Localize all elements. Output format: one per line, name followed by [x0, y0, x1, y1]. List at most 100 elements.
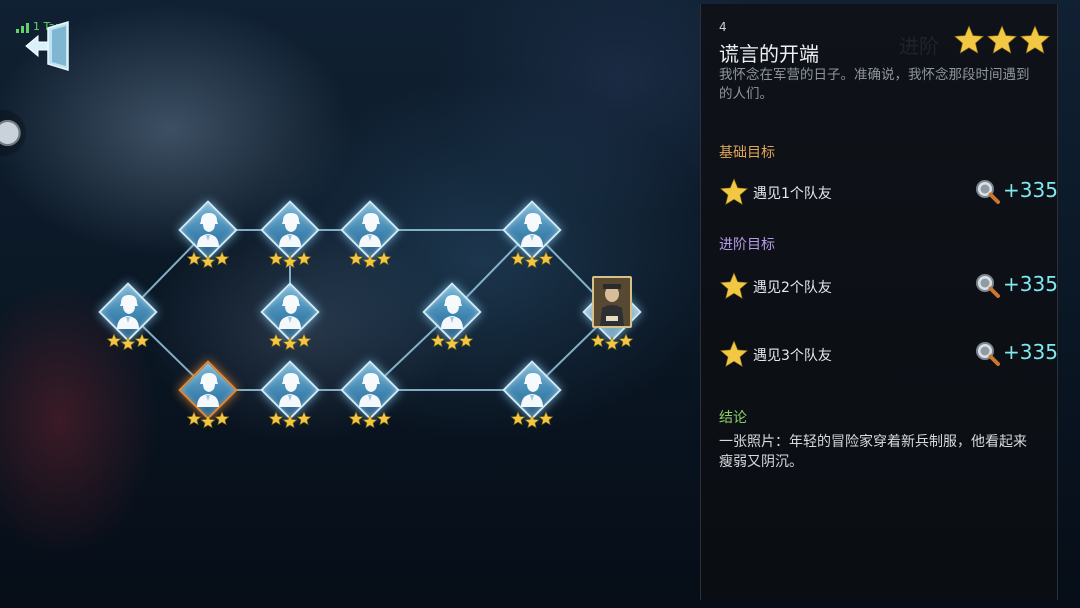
map-node-7[interactable] [258, 358, 322, 442]
map-node-5[interactable] [176, 358, 240, 442]
node-star-icon [268, 251, 284, 266]
chapter-title: 谎言的开端 [719, 42, 819, 66]
conclusion-text: 一张照片：年轻的冒险家穿着新兵制服，他看起来瘦弱又阴沉。 [719, 434, 1027, 470]
bust-silhouette-icon [359, 373, 381, 407]
node-stars [268, 411, 312, 429]
rating-star-icon [953, 25, 985, 54]
node-star-icon [510, 251, 526, 266]
node-star-icon [296, 251, 312, 266]
basic-goal-label: 基础目标 [719, 145, 775, 161]
bust-silhouette-icon [279, 295, 301, 329]
goal-text: 遇见2个队友 [753, 280, 832, 296]
map-node-6[interactable] [258, 280, 322, 364]
node-star-icon [214, 411, 230, 426]
chapter-ghost-text: 进阶 [899, 34, 939, 58]
node-stars [348, 251, 392, 269]
node-star-icon [444, 336, 460, 351]
star-icon [719, 272, 749, 299]
bust-silhouette-icon [117, 295, 139, 329]
node-star-icon [348, 251, 364, 266]
node-star-icon [362, 254, 378, 269]
map-node-4[interactable] [338, 198, 402, 282]
chapter-description: 我怀念在军营的日子。准确说，我怀念那段时间遇到的人们。 [719, 67, 1030, 102]
node-stars [590, 333, 634, 351]
bust-silhouette-icon [521, 373, 543, 407]
goal-star-icon [719, 340, 749, 367]
goal-star-icon [719, 272, 749, 299]
bust-silhouette-icon [359, 213, 381, 247]
node-star-icon [510, 411, 526, 426]
map-node-8[interactable] [338, 358, 402, 442]
node-stars [268, 333, 312, 351]
node-stars [186, 411, 230, 429]
node-star-icon [348, 411, 364, 426]
node-star-icon [200, 254, 216, 269]
goal-row-1[interactable]: 遇见1个队友 +335 [719, 176, 1058, 208]
node-star-icon [282, 254, 298, 269]
map-node-10[interactable] [500, 198, 564, 282]
goal-row-2[interactable]: 遇见2个队友 +335 [719, 270, 1058, 302]
magnifier-icon [976, 180, 1000, 204]
bust-silhouette-icon [441, 295, 463, 329]
bust-silhouette-icon [197, 213, 219, 247]
node-stars [106, 333, 150, 351]
node-star-icon [186, 411, 202, 426]
node-star-icon [214, 251, 230, 266]
node-star-icon [296, 411, 312, 426]
chapter-detail-panel: 4 谎言的开端 进阶 我怀念在军营的日子。准确说，我怀念那段时间遇到的人们。 基… [700, 4, 1058, 600]
node-star-icon [296, 333, 312, 348]
bust-silhouette-icon [197, 373, 219, 407]
rating-star-icon [986, 25, 1018, 54]
map-node-1[interactable] [96, 280, 160, 364]
bust-silhouette-icon [521, 213, 543, 247]
node-star-icon [604, 336, 620, 351]
map-node-2[interactable] [176, 198, 240, 282]
advanced-goal-label: 进阶目标 [719, 237, 775, 253]
node-stars [430, 333, 474, 351]
node-stars [510, 251, 554, 269]
star-icon [719, 178, 749, 205]
node-stars [510, 411, 554, 429]
node-star-icon [268, 333, 284, 348]
goal-star-icon [719, 178, 749, 205]
bust-silhouette-icon [279, 213, 301, 247]
goal-reward: +335 [1003, 178, 1058, 202]
goal-reward: +335 [1003, 340, 1058, 364]
star-icon [719, 340, 749, 367]
node-star-icon [282, 414, 298, 429]
node-star-icon [524, 414, 540, 429]
goal-reward: +335 [1003, 272, 1058, 296]
rating-star-icon [1019, 25, 1051, 54]
node-star-icon [590, 333, 606, 348]
node-star-icon [134, 333, 150, 348]
goal-text: 遇见3个队友 [753, 348, 832, 364]
node-star-icon [268, 411, 284, 426]
bust-silhouette-icon [279, 373, 301, 407]
goal-text: 遇见1个队友 [753, 186, 832, 202]
node-star-icon [458, 333, 474, 348]
conclusion-label: 结论 [719, 410, 747, 426]
map-node-11[interactable] [500, 358, 564, 442]
node-star-icon [200, 414, 216, 429]
node-star-icon [538, 251, 554, 266]
node-star-icon [362, 414, 378, 429]
node-star-icon [618, 333, 634, 348]
map-node-9[interactable] [420, 280, 484, 364]
node-stars [186, 251, 230, 269]
node-star-icon [524, 254, 540, 269]
character-portrait [592, 276, 632, 328]
node-star-icon [186, 251, 202, 266]
magnifier-icon [976, 274, 1000, 298]
node-star-icon [376, 251, 392, 266]
node-stars [348, 411, 392, 429]
node-stars [268, 251, 312, 269]
goal-row-3[interactable]: 遇见3个队友 +335 [719, 338, 1058, 370]
node-star-icon [376, 411, 392, 426]
node-star-icon [106, 333, 122, 348]
story-map [0, 0, 700, 608]
node-star-icon [430, 333, 446, 348]
chapter-rating-stars [953, 25, 1051, 54]
node-star-icon [538, 411, 554, 426]
map-node-3[interactable] [258, 198, 322, 282]
map-node-portrait[interactable] [580, 276, 644, 364]
